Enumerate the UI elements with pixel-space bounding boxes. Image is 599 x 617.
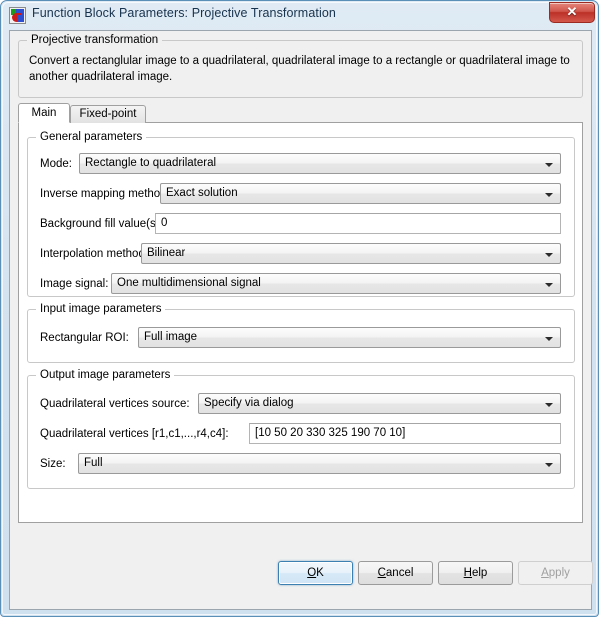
background-fill-label: Background fill value(s): xyxy=(40,218,163,230)
mode-value: Rectangle to quadrilateral xyxy=(85,157,217,169)
description-group-title: Projective transformation xyxy=(27,34,163,46)
tab-strip: Main Fixed-point xyxy=(18,103,583,123)
apply-button: Apply xyxy=(518,561,593,585)
tab-main[interactable]: Main xyxy=(18,103,70,123)
chevron-down-icon xyxy=(545,337,553,341)
image-signal-label: Image signal: xyxy=(40,278,109,290)
vertices-source-combobox[interactable]: Specify via dialog xyxy=(198,393,561,414)
rectangular-roi-value: Full image xyxy=(144,331,198,343)
chevron-down-icon xyxy=(545,193,553,197)
input-image-parameters-group-title: Input image parameters xyxy=(36,303,166,315)
inverse-mapping-combobox[interactable]: Exact solution xyxy=(160,183,561,204)
size-label: Size: xyxy=(40,458,66,470)
tab-fixed-point[interactable]: Fixed-point xyxy=(70,105,146,123)
window-title: Function Block Parameters: Projective Tr… xyxy=(32,6,336,20)
apply-button-label-rest: pply xyxy=(548,567,570,579)
vertices-source-value: Specify via dialog xyxy=(204,397,294,409)
chevron-down-icon xyxy=(545,163,553,167)
close-icon: ✕ xyxy=(566,4,578,19)
ok-button[interactable]: OK xyxy=(278,561,353,585)
dialog-window: Function Block Parameters: Projective Tr… xyxy=(0,0,599,617)
mode-combobox[interactable]: Rectangle to quadrilateral xyxy=(79,153,561,174)
apply-button-mnemonic: A xyxy=(541,567,549,579)
vertices-label: Quadrilateral vertices [r1,c1,...,r4,c4]… xyxy=(40,428,229,440)
title-bar: Function Block Parameters: Projective Tr… xyxy=(1,1,599,30)
input-image-parameters-group: Input image parameters Rectangular ROI: … xyxy=(27,303,575,363)
description-text: Convert a rectanglular image to a quadri… xyxy=(29,55,570,83)
cancel-button-mnemonic: C xyxy=(377,567,386,579)
rectangular-roi-combobox[interactable]: Full image xyxy=(138,327,561,348)
interpolation-combobox[interactable]: Bilinear xyxy=(141,243,561,264)
ok-button-mnemonic: O xyxy=(307,567,317,579)
close-button[interactable]: ✕ xyxy=(549,2,595,23)
cancel-button[interactable]: Cancel xyxy=(358,561,433,585)
simulink-block-icon xyxy=(9,7,26,24)
help-button-mnemonic: H xyxy=(463,567,472,579)
help-button-label-rest: elp xyxy=(471,567,488,579)
interpolation-label: Interpolation method: xyxy=(40,248,149,260)
vertices-input[interactable]: [10 50 20 330 325 190 70 10] xyxy=(249,423,561,444)
vertices-source-label: Quadrilateral vertices source: xyxy=(40,398,190,410)
chevron-down-icon xyxy=(545,253,553,257)
cancel-button-label-rest: ancel xyxy=(385,567,414,579)
general-parameters-group-title: General parameters xyxy=(36,131,147,143)
chevron-down-icon xyxy=(545,463,553,467)
mode-label: Mode: xyxy=(40,158,72,170)
background-fill-input[interactable]: 0 xyxy=(155,213,561,234)
dialog-button-bar: OK Cancel Help Apply xyxy=(10,523,593,609)
chevron-down-icon xyxy=(545,403,553,407)
interpolation-value: Bilinear xyxy=(147,247,186,259)
ok-button-label-rest: K xyxy=(316,567,324,579)
help-button[interactable]: Help xyxy=(438,561,513,585)
background-fill-value: 0 xyxy=(161,217,168,229)
general-parameters-group: General parameters Mode: Rectangle to qu… xyxy=(27,131,575,297)
image-signal-value: One multidimensional signal xyxy=(117,277,261,289)
inverse-mapping-label: Inverse mapping method: xyxy=(40,188,170,200)
chevron-down-icon xyxy=(545,283,553,287)
dialog-client-area: Projective transformation Convert a rect… xyxy=(9,30,593,610)
output-image-parameters-group-title: Output image parameters xyxy=(36,369,175,381)
vertices-value: [10 50 20 330 325 190 70 10] xyxy=(255,427,406,439)
inverse-mapping-value: Exact solution xyxy=(166,187,238,199)
image-signal-combobox[interactable]: One multidimensional signal xyxy=(111,273,561,294)
size-combobox[interactable]: Full xyxy=(78,453,561,474)
description-group: Projective transformation Convert a rect… xyxy=(18,34,583,98)
tab-panel-main: General parameters Mode: Rectangle to qu… xyxy=(18,122,583,523)
rectangular-roi-label: Rectangular ROI: xyxy=(40,332,129,344)
output-image-parameters-group: Output image parameters Quadrilateral ve… xyxy=(27,369,575,489)
size-value: Full xyxy=(84,457,103,469)
